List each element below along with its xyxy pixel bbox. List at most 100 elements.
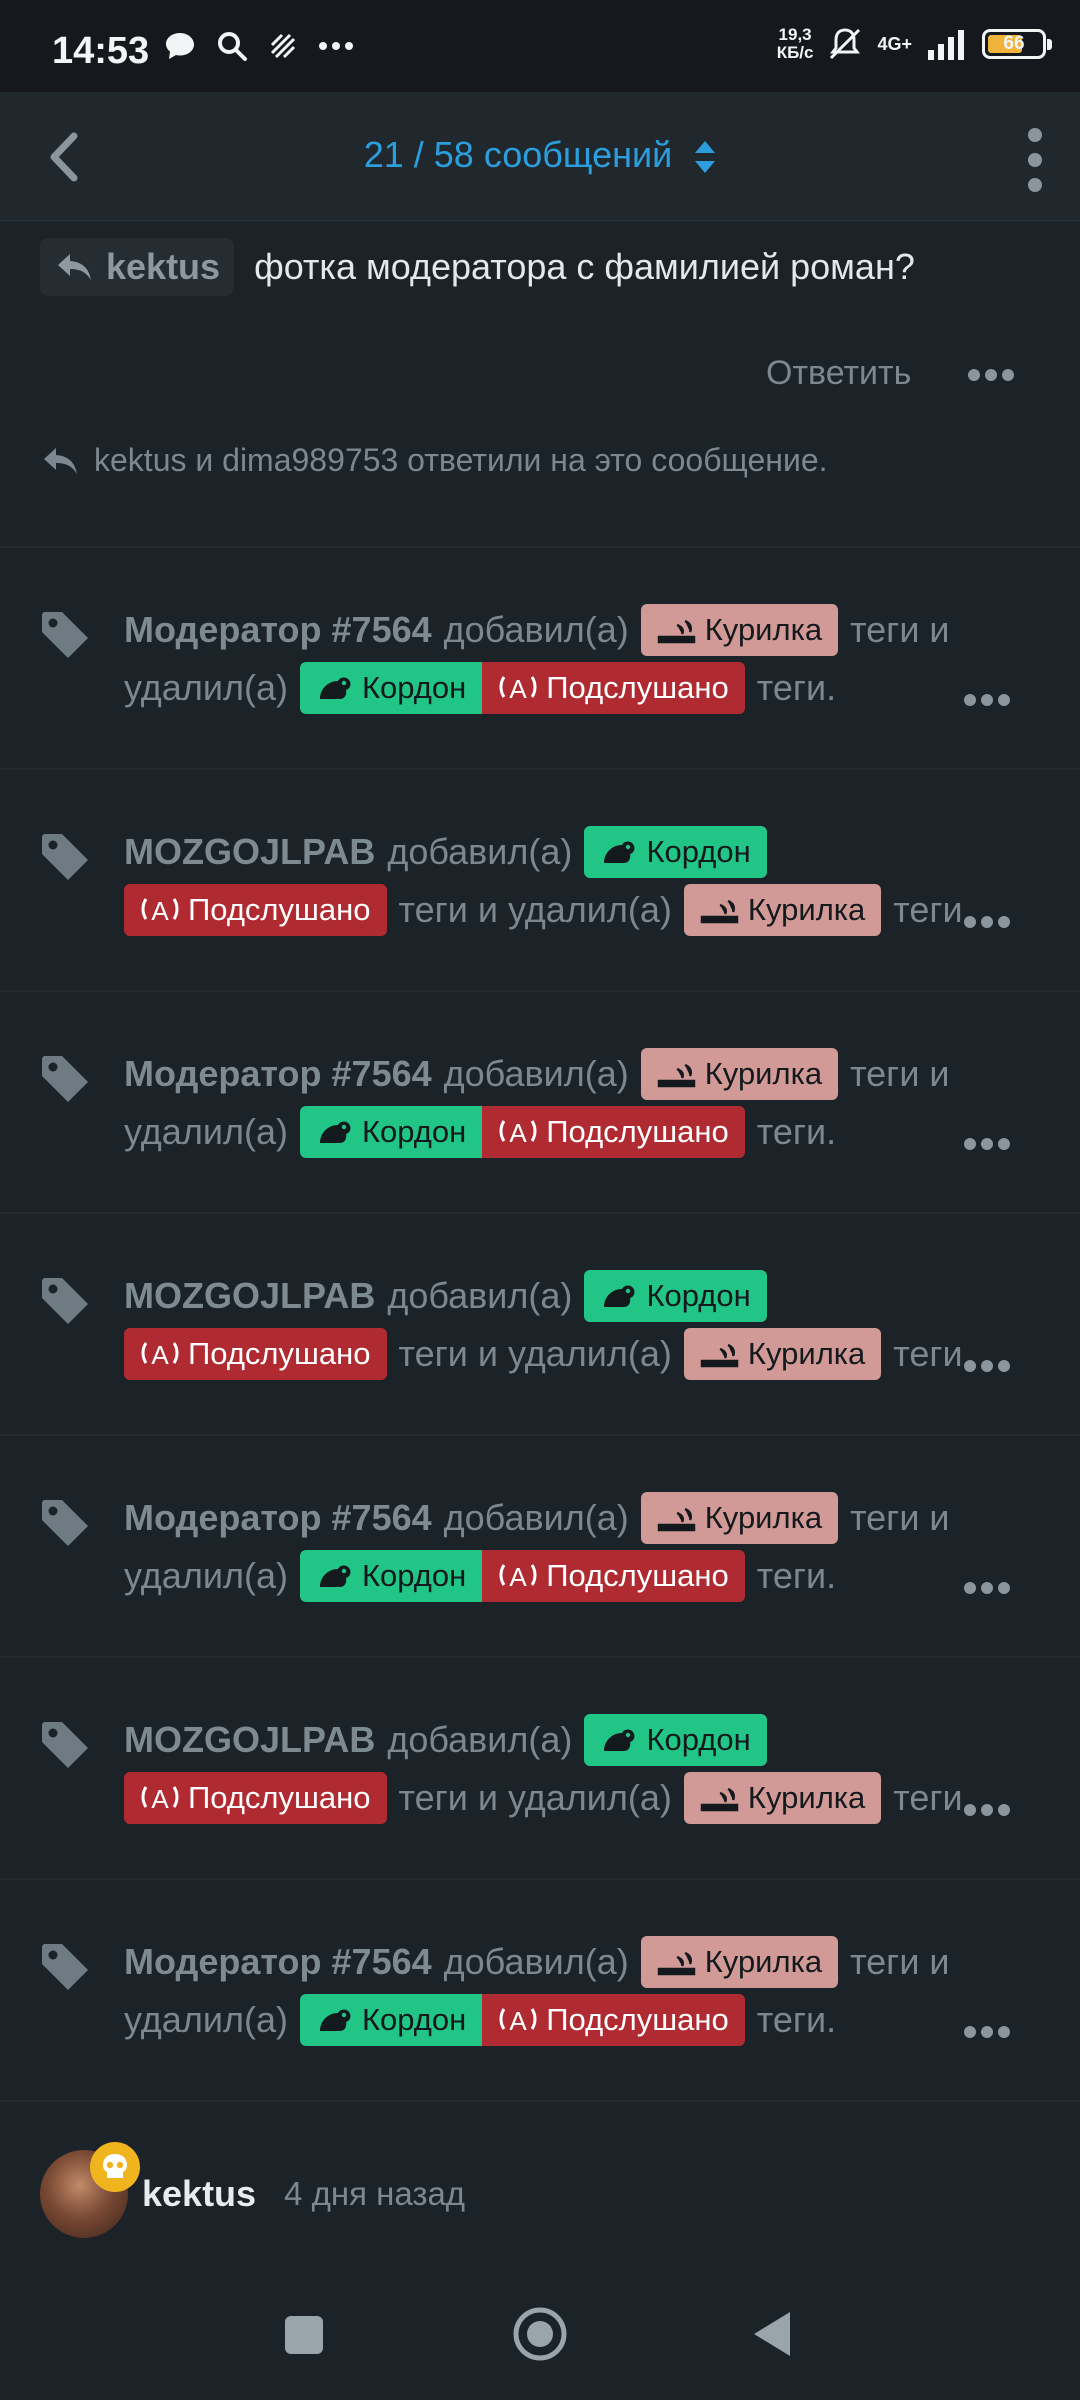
- event-end-text: теги.: [893, 889, 973, 930]
- broadcast-a-icon: A: [499, 1562, 537, 1591]
- event-more-icon[interactable]: [964, 1804, 1010, 1818]
- tag-label: Кордон: [646, 1278, 751, 1313]
- tag-label: Кордон: [361, 2002, 467, 2037]
- message-counter[interactable]: 21 / 58 сообщений: [0, 134, 1080, 176]
- tag-kurilka[interactable]: Курилка: [640, 1492, 839, 1544]
- event-added-text: добавил(а): [387, 1719, 573, 1760]
- tag-event-line: MOZGOJLPAB добавил(а) Кордон: [124, 824, 767, 880]
- tag-event: Модератор #7564 добавил(а) Курилка теги …: [0, 1000, 1080, 1220]
- overflow-menu-icon[interactable]: [1020, 128, 1050, 192]
- message-more-icon[interactable]: [968, 369, 1014, 383]
- broadcast-a-icon: A: [141, 896, 179, 925]
- status-time: 14:53: [52, 30, 150, 72]
- event-end-text: теги.: [756, 1555, 837, 1596]
- event-more-icon[interactable]: [964, 2026, 1010, 2040]
- event-mid-text: теги и: [850, 609, 950, 650]
- tag-label: Подслушано: [546, 670, 729, 705]
- tag-label: Подслушано: [188, 1780, 371, 1815]
- divider: [0, 1656, 1080, 1658]
- network-speed: 19,3 КБ/с: [777, 26, 814, 62]
- top-app-bar: 21 / 58 сообщений: [0, 92, 1080, 221]
- frog-icon: [319, 2009, 351, 2031]
- tag-label: Курилка: [747, 1336, 866, 1371]
- broadcast-a-icon: A: [499, 1118, 537, 1147]
- tag-label: Курилка: [704, 1056, 823, 1091]
- tag-event-line: удалил(а) Кордон A Подслушано теги.: [124, 1992, 836, 2048]
- event-more-icon[interactable]: [964, 1582, 1010, 1596]
- tag-kurilka[interactable]: Курилка: [640, 1936, 839, 1988]
- event-mid-text: теги и: [850, 1941, 950, 1982]
- tag-kurilka[interactable]: Курилка: [683, 1328, 882, 1380]
- tag-podslushano[interactable]: A Подслушано: [124, 1328, 387, 1380]
- tag-kordon[interactable]: Кордон: [299, 1550, 483, 1602]
- divider: [0, 768, 1080, 770]
- event-more-icon[interactable]: [964, 1138, 1010, 1152]
- chat-bubble-icon: [166, 33, 194, 59]
- reply-button[interactable]: Ответить: [766, 354, 911, 393]
- network-speed-unit: КБ/с: [776, 43, 814, 62]
- home-icon[interactable]: [512, 2306, 568, 2362]
- tag-label: Подслушано: [188, 892, 371, 927]
- event-more-icon[interactable]: [964, 1360, 1010, 1374]
- tag-kordon[interactable]: Кордон: [299, 1994, 483, 2046]
- svg-text:A: A: [510, 674, 528, 703]
- svg-text:A: A: [151, 1784, 169, 1813]
- tag-event-line: Модератор #7564 добавил(а) Курилка теги …: [124, 602, 950, 658]
- event-end-text: теги.: [756, 1999, 837, 2040]
- tag-podslushano[interactable]: A Подслушано: [482, 1994, 745, 2046]
- event-user[interactable]: MOZGOJLPAB: [124, 1719, 375, 1761]
- tag-kurilka[interactable]: Курилка: [640, 1048, 839, 1100]
- tag-icon: [42, 1944, 88, 1990]
- network-speed-value: 19,3: [778, 25, 812, 44]
- tag-kurilka[interactable]: Курилка: [683, 1772, 882, 1824]
- tag-kordon[interactable]: Кордон: [299, 662, 483, 714]
- recents-icon[interactable]: [285, 2316, 323, 2354]
- tag-kordon[interactable]: Кордон: [584, 1270, 767, 1322]
- tag-podslushano[interactable]: A Подслушано: [124, 884, 387, 936]
- message-author-row[interactable]: kektus 4 дня назад: [40, 2142, 465, 2238]
- tag-label: Кордон: [361, 1558, 467, 1593]
- event-user[interactable]: Модератор #7564: [124, 1053, 432, 1095]
- event-user[interactable]: MOZGOJLPAB: [124, 1275, 375, 1317]
- tag-kordon[interactable]: Кордон: [584, 1714, 767, 1766]
- tag-label: Курилка: [747, 892, 866, 927]
- tag-kordon[interactable]: Кордон: [299, 1106, 483, 1158]
- tag-kurilka[interactable]: Курилка: [683, 884, 882, 936]
- event-user[interactable]: Модератор #7564: [124, 609, 432, 651]
- event-user[interactable]: Модератор #7564: [124, 1497, 432, 1539]
- tag-event-line: Модератор #7564 добавил(а) Курилка теги …: [124, 1490, 950, 1546]
- reply-reference[interactable]: kektus: [40, 238, 235, 296]
- tag-podslushano[interactable]: A Подслушано: [124, 1772, 387, 1824]
- tag-label: Подслушано: [546, 2002, 729, 2037]
- event-added-text: добавил(а): [443, 1053, 629, 1094]
- event-user[interactable]: Модератор #7564: [124, 1941, 432, 1983]
- tag-label: Кордон: [361, 670, 467, 705]
- event-end-text: теги.: [893, 1333, 973, 1374]
- frog-icon: [604, 1729, 635, 1751]
- svg-text:A: A: [510, 2006, 528, 2035]
- event-more-icon[interactable]: [964, 916, 1010, 930]
- reply-arrow-icon: [44, 447, 77, 474]
- avatar[interactable]: [40, 2142, 140, 2238]
- tag-kordon[interactable]: Кордон: [584, 826, 767, 878]
- event-added-text: добавил(а): [443, 609, 629, 650]
- tag-podslushano[interactable]: A Подслушано: [482, 662, 745, 714]
- more-notifications-icon: [319, 42, 353, 50]
- tag-kurilka[interactable]: Курилка: [640, 604, 839, 656]
- tag-podslushano[interactable]: A Подслушано: [482, 1550, 745, 1602]
- smoking-icon: [657, 1507, 695, 1532]
- mute-bell-icon: [830, 28, 861, 60]
- author-name[interactable]: kektus: [142, 2173, 256, 2215]
- data-saver-icon: [270, 33, 296, 59]
- tag-event-line: удалил(а) Кордон A Подслушано теги.: [124, 1548, 836, 1604]
- tag-label: Кордон: [361, 1114, 467, 1149]
- nav-back-icon[interactable]: [752, 2310, 792, 2358]
- reply-reference-user: kektus: [106, 246, 221, 287]
- event-more-icon[interactable]: [964, 694, 1010, 708]
- event-user[interactable]: MOZGOJLPAB: [124, 831, 375, 873]
- tag-icon: [42, 1500, 88, 1546]
- replies-info[interactable]: kektus и dima989753 ответили на это сооб…: [40, 442, 828, 479]
- svg-text:A: A: [151, 1340, 169, 1369]
- tag-podslushano[interactable]: A Подслушано: [482, 1106, 745, 1158]
- tag-label: Подслушано: [188, 1336, 371, 1371]
